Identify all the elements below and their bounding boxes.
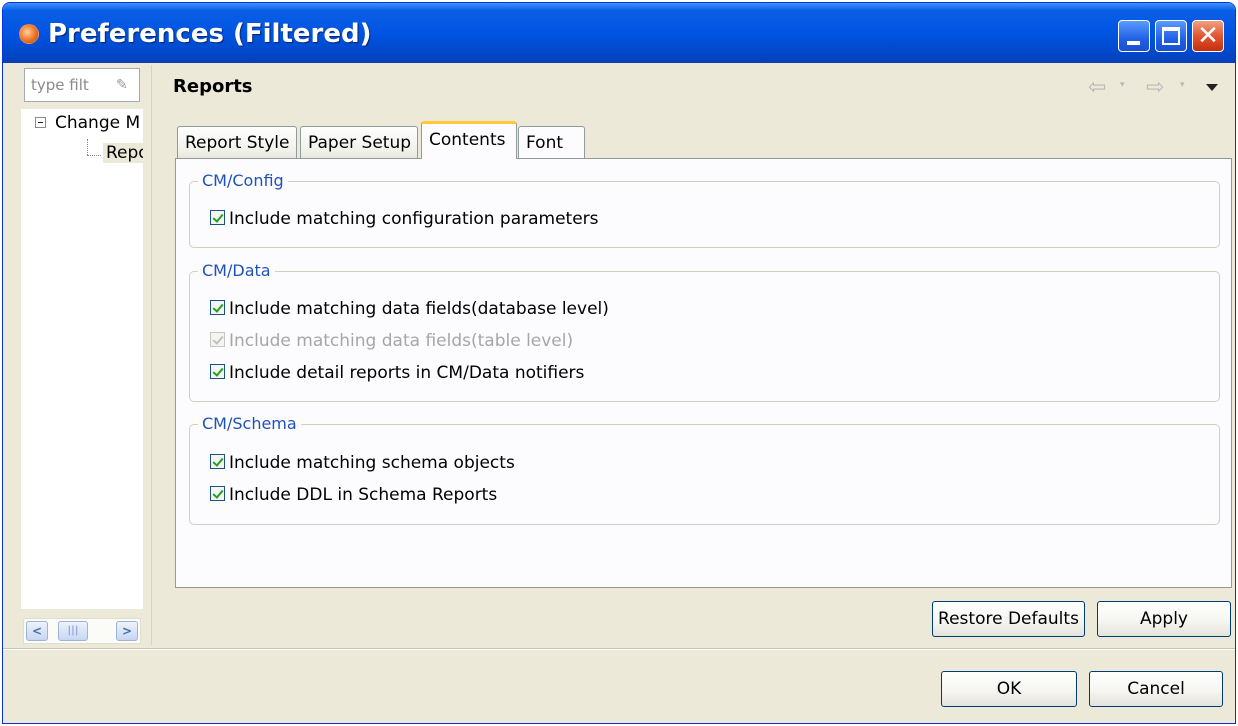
checkbox-include-db-level-fields[interactable]: Include matching data fields(database le… bbox=[210, 297, 609, 321]
preference-tree-pane: type filt ✎ Change M Repor bbox=[21, 65, 143, 645]
group-title: CM/Data bbox=[198, 260, 275, 282]
minimize-button[interactable] bbox=[1118, 20, 1150, 52]
tab-font[interactable]: Font bbox=[518, 126, 585, 159]
checkbox-include-schema-objects[interactable]: Include matching schema objects bbox=[210, 451, 515, 475]
maximize-button[interactable] bbox=[1155, 20, 1187, 52]
checkbox-include-detail-reports[interactable]: Include detail reports in CM/Data notifi… bbox=[210, 361, 584, 385]
filter-input[interactable]: type filt ✎ bbox=[24, 68, 140, 102]
minimize-icon bbox=[1127, 41, 1140, 45]
group-title: CM/Config bbox=[198, 170, 288, 192]
group-title: CM/Schema bbox=[198, 413, 301, 435]
restore-defaults-button[interactable]: Restore Defaults bbox=[932, 601, 1085, 637]
close-icon: ✕ bbox=[1197, 21, 1219, 51]
checkbox-label: Include matching data fields(database le… bbox=[229, 299, 609, 319]
checkbox-checked-icon[interactable] bbox=[210, 299, 225, 315]
back-dropdown-icon[interactable]: ▾ bbox=[1120, 80, 1125, 90]
tab-paper-setup[interactable]: Paper Setup bbox=[300, 126, 418, 159]
tree-connector bbox=[87, 139, 88, 155]
scroll-thumb[interactable]: ||| bbox=[58, 621, 88, 641]
title-bar[interactable]: Preferences (Filtered) ✕ bbox=[3, 3, 1235, 63]
checkbox-label: Include matching schema objects bbox=[229, 453, 515, 473]
pane-splitter[interactable] bbox=[151, 65, 152, 645]
scroll-left-button[interactable]: < bbox=[26, 621, 48, 641]
page-title: Reports bbox=[173, 76, 253, 97]
tree-horizontal-scrollbar[interactable]: < ||| > bbox=[23, 618, 141, 644]
forward-dropdown-icon[interactable]: ▾ bbox=[1180, 80, 1185, 90]
apply-button[interactable]: Apply bbox=[1097, 601, 1231, 637]
preference-tree: Change M Repor bbox=[21, 109, 143, 609]
ok-button[interactable]: OK bbox=[941, 671, 1077, 707]
window-title: Preferences (Filtered) bbox=[48, 19, 372, 49]
checkbox-checked-icon[interactable] bbox=[210, 363, 225, 379]
scroll-right-button[interactable]: > bbox=[116, 621, 138, 641]
tab-contents[interactable]: Contents bbox=[421, 121, 517, 159]
tab-strip: Report Style Paper Setup Contents Font bbox=[177, 121, 597, 159]
checkbox-checked-icon[interactable] bbox=[210, 453, 225, 469]
checkbox-include-config-params[interactable]: Include matching configuration parameter… bbox=[210, 207, 599, 231]
page-navigation: ⇦ ▾ ⇨ ▾ bbox=[1088, 77, 1228, 99]
checkbox-label: Include matching data fields(table level… bbox=[229, 331, 574, 351]
checkbox-include-table-level-fields: Include matching data fields(table level… bbox=[210, 329, 573, 353]
tree-node-change-manager[interactable]: Change M bbox=[35, 113, 140, 133]
checkbox-checked-icon[interactable] bbox=[210, 209, 225, 225]
maximize-icon bbox=[1162, 27, 1180, 45]
tree-node-reports[interactable]: Repor bbox=[103, 143, 143, 163]
group-cm-schema: CM/Schema Include matching schema object… bbox=[189, 413, 1220, 525]
scroll-left-icon: < bbox=[31, 624, 43, 638]
group-cm-config: CM/Config Include matching configuration… bbox=[189, 170, 1220, 248]
checkbox-checked-icon[interactable] bbox=[210, 485, 225, 501]
checkbox-label: Include DDL in Schema Reports bbox=[229, 485, 498, 505]
dialog-separator bbox=[3, 648, 1235, 650]
clear-filter-icon[interactable]: ✎ bbox=[116, 77, 132, 93]
close-button[interactable]: ✕ bbox=[1192, 20, 1224, 52]
scroll-right-icon: > bbox=[121, 624, 133, 638]
back-arrow-icon[interactable]: ⇦ bbox=[1088, 77, 1106, 99]
view-menu-icon[interactable] bbox=[1206, 84, 1218, 91]
tree-node-label: Change M bbox=[55, 113, 141, 133]
grip-icon: ||| bbox=[67, 625, 79, 636]
checkbox-include-ddl[interactable]: Include DDL in Schema Reports bbox=[210, 483, 497, 507]
cancel-button[interactable]: Cancel bbox=[1089, 671, 1223, 707]
checkbox-label: Include matching configuration parameter… bbox=[229, 209, 599, 229]
tree-connector bbox=[87, 155, 101, 156]
group-cm-data: CM/Data Include matching data fields(dat… bbox=[189, 260, 1220, 402]
app-icon bbox=[19, 24, 39, 44]
tree-node-label: Repor bbox=[106, 143, 143, 163]
preferences-window: Preferences (Filtered) ✕ type filt ✎ Cha… bbox=[2, 2, 1236, 724]
collapse-icon[interactable] bbox=[35, 116, 46, 128]
tab-report-style[interactable]: Report Style bbox=[177, 126, 297, 159]
checkbox-checked-icon bbox=[210, 331, 225, 347]
forward-arrow-icon[interactable]: ⇨ bbox=[1146, 77, 1164, 99]
contents-tab-panel: CM/Config Include matching configuration… bbox=[175, 158, 1232, 588]
checkbox-label: Include detail reports in CM/Data notifi… bbox=[229, 363, 585, 383]
filter-input-text: type filt bbox=[31, 76, 89, 94]
